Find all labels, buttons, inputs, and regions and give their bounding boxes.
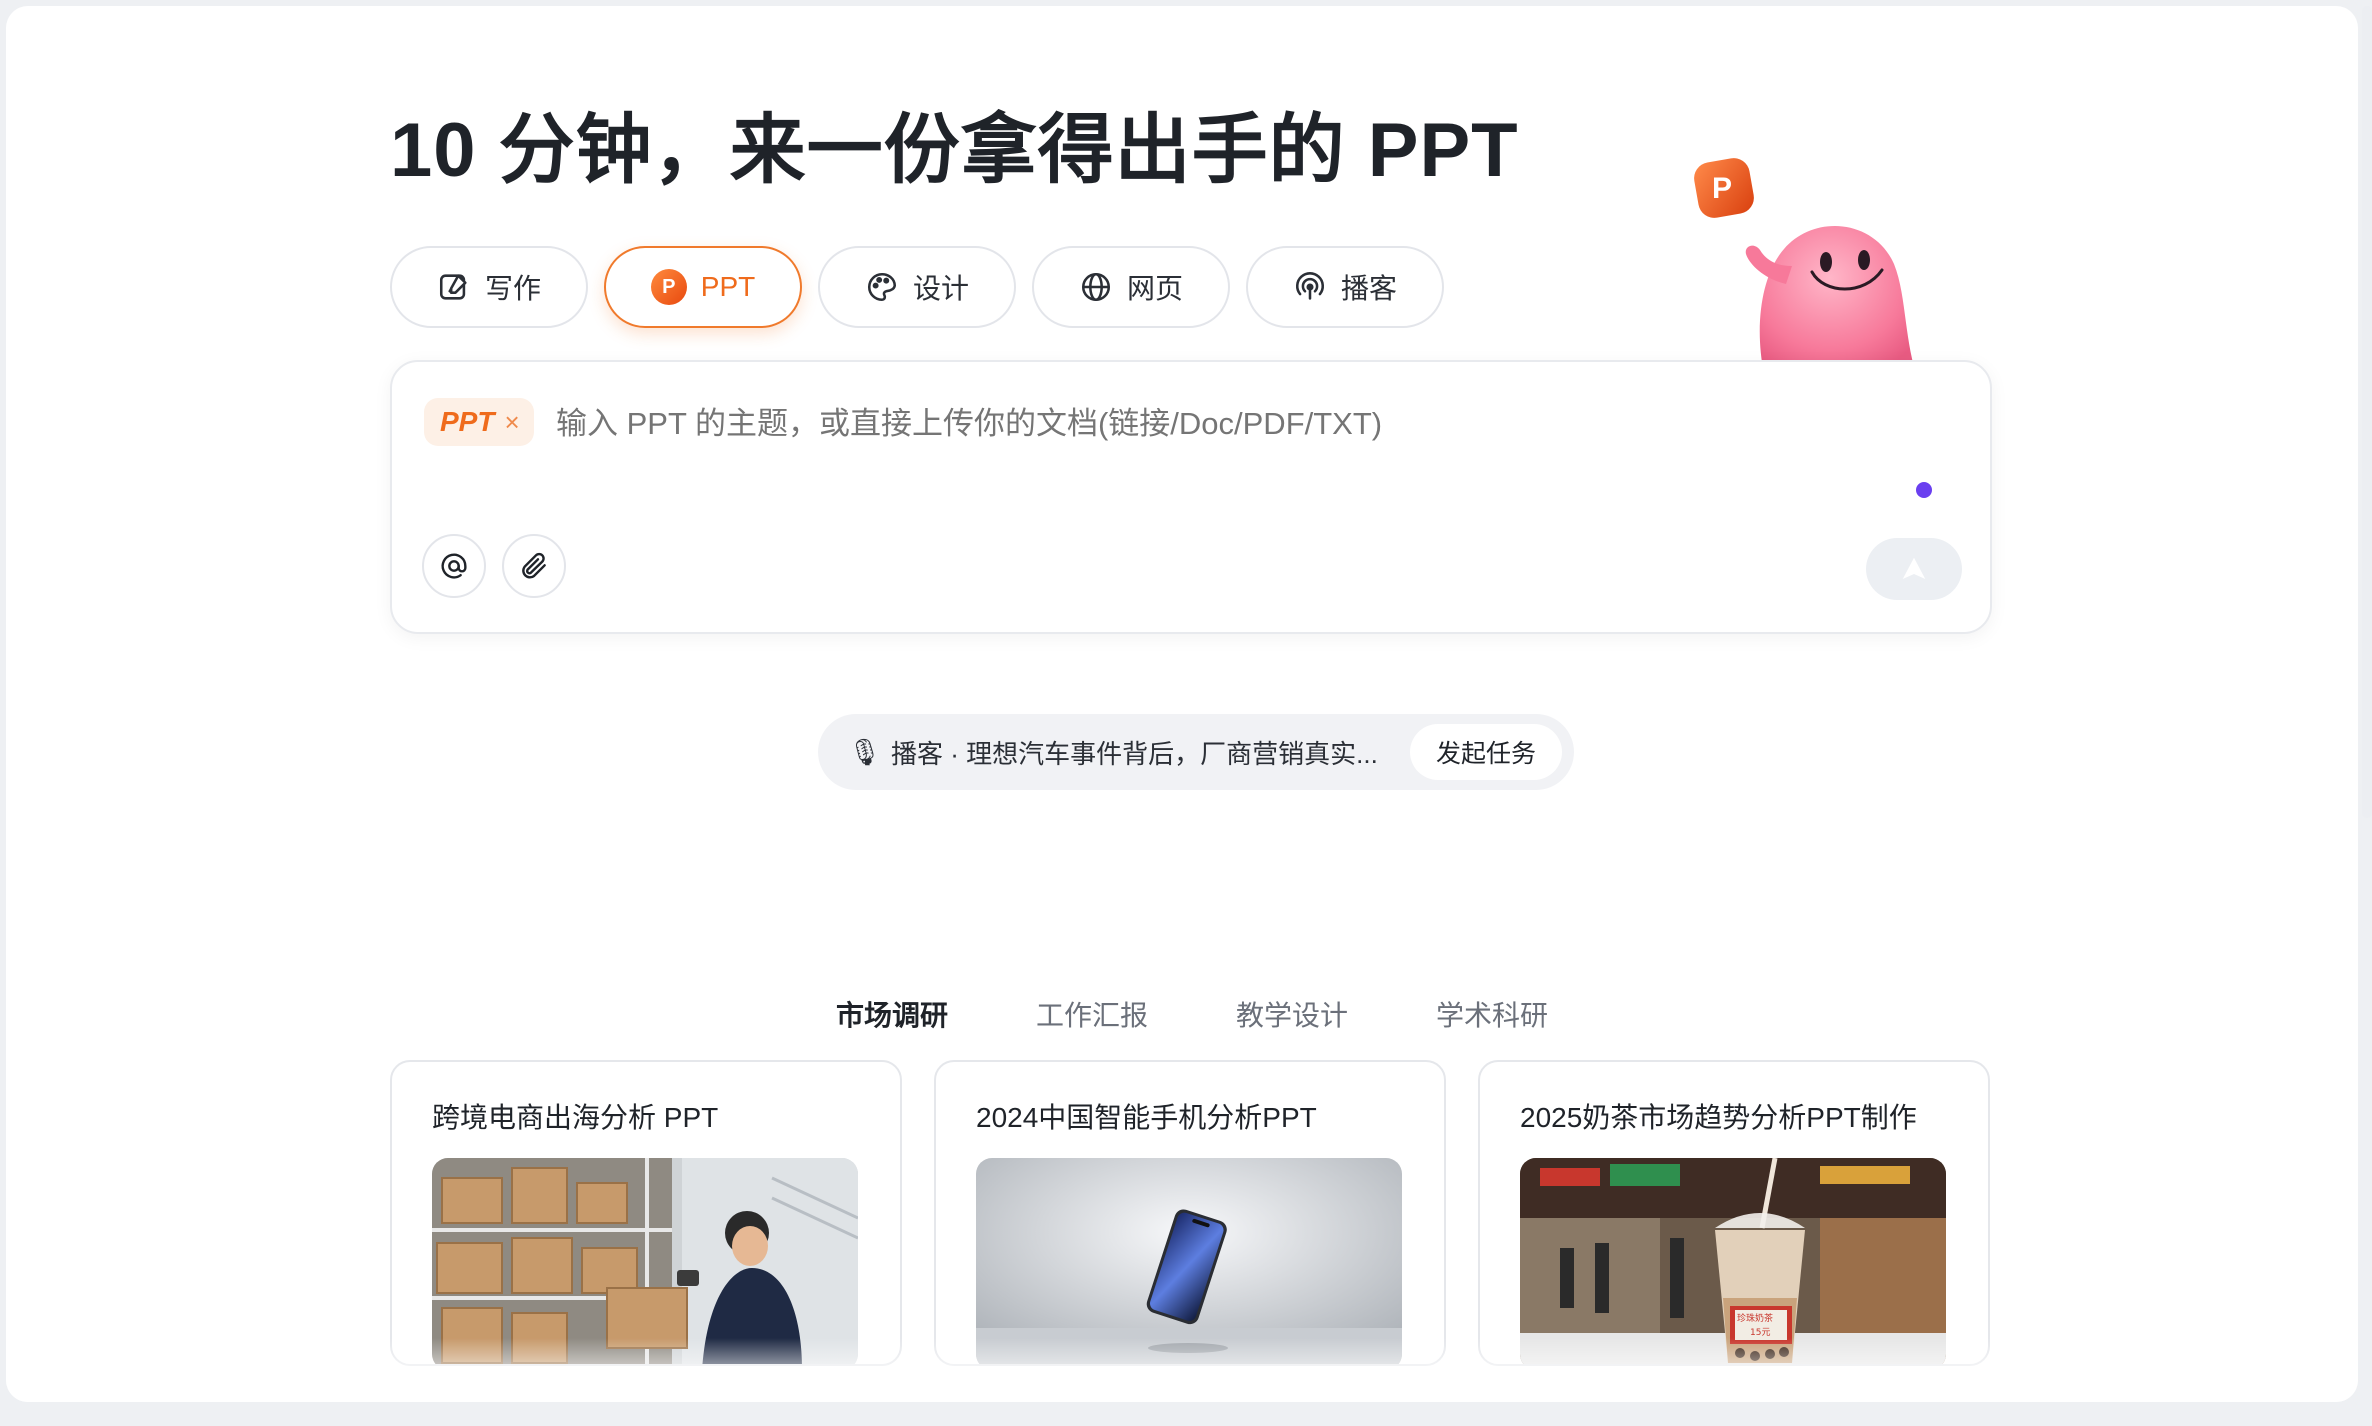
card-title: 2025奶茶市场趋势分析PPT制作 [1520,1102,1917,1133]
tab-label: 设计 [912,273,969,304]
microphone-icon: 🎙 [848,736,882,767]
mention-button[interactable] [422,534,486,598]
tab-design[interactable]: 设计 [818,246,1016,328]
tab-academic-research[interactable]: 学术科研 [1436,994,1548,1034]
start-task-button[interactable]: 发起任务 [1409,724,1562,780]
svg-text:P: P [1712,172,1732,205]
tab-teaching-design[interactable]: 教学设计 [1236,994,1348,1034]
prompt-input[interactable] [556,404,1856,444]
template-cards: 跨境电商出海分析 PPT 2024中国智能手机分析PPT 2025奶茶市场趋势分… [390,1060,1990,1366]
scrollbar[interactable] [2362,6,2372,818]
writing-icon [439,274,467,300]
tab-label: 写作 [484,273,541,304]
send-button[interactable] [1866,538,1962,600]
template-card[interactable]: 2025奶茶市场趋势分析PPT制作 珍珠奶茶 15元 [1478,1060,1990,1366]
palette-icon [867,272,897,302]
tab-podcast[interactable]: 播客 [1246,246,1444,328]
card-image-bubble-tea: 珍珠奶茶 15元 [1520,1158,1946,1364]
mode-chip-label: PPT [440,406,495,437]
mode-tabs: 写作 P PPT 设计 网页 播客 [390,246,1444,328]
globe-icon [1081,272,1111,302]
mascot-illustration: P [1694,158,1916,374]
tab-label: 播客 [1340,273,1397,304]
at-icon [441,553,467,579]
tab-market-research[interactable]: 市场调研 [836,994,948,1034]
suggestion-text: 播客 · 理想汽车事件背后，厂商营销真实... [891,738,1378,769]
template-card[interactable]: 跨境电商出海分析 PPT [390,1060,902,1366]
tab-ppt[interactable]: P PPT [604,246,802,328]
close-icon[interactable]: × [504,407,519,438]
window-bottom-edge [0,1402,2372,1426]
svg-text:15元: 15元 [1750,1328,1770,1338]
tab-webpage[interactable]: 网页 [1032,246,1230,328]
status-dot [1916,482,1932,498]
tab-work-report[interactable]: 工作汇报 [1036,994,1148,1034]
svg-text:珍珠奶茶: 珍珠奶茶 [1737,1312,1773,1324]
send-icon [1902,557,1926,579]
card-title: 跨境电商出海分析 PPT [432,1102,719,1133]
card-image-smartphone [976,1158,1402,1364]
mode-chip[interactable]: PPT × [424,398,534,446]
page: 10 分钟，来一份拿得出手的 PPT 写作 P PPT 设计 网页 播客 P P… [6,6,2358,1402]
card-title: 2024中国智能手机分析PPT [976,1102,1317,1133]
suggestion-pill[interactable]: 🎙 播客 · 理想汽车事件背后，厂商营销真实... 发起任务 [818,714,1574,790]
card-image-warehouse [432,1158,858,1364]
tab-writing[interactable]: 写作 [390,246,588,328]
page-title: 10 分钟，来一份拿得出手的 PPT [390,108,1519,193]
paperclip-icon [522,552,546,579]
template-card[interactable]: 2024中国智能手机分析PPT [934,1060,1446,1366]
template-category-tabs: 市场调研 工作汇报 教学设计 学术科研 [836,994,1548,1034]
ppt-icon: P [650,269,687,305]
podcast-icon [1295,272,1325,300]
ppt-logo-icon: P [1694,158,1754,218]
attach-button[interactable] [502,534,566,598]
tab-label: 网页 [1126,273,1183,304]
prompt-input-card: PPT × [390,360,1992,634]
tab-label: PPT [700,271,756,302]
